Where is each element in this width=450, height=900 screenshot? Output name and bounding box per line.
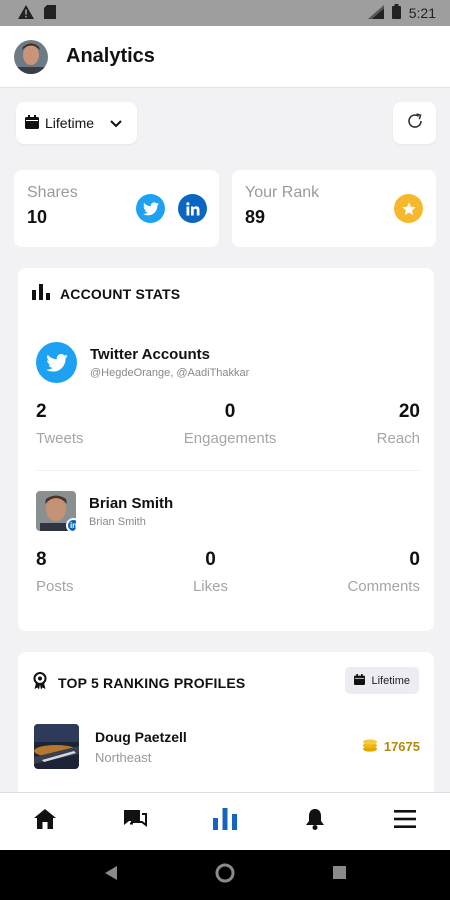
comments-label: Comments xyxy=(347,578,420,595)
top-profiles-period-label: Lifetime xyxy=(371,674,410,687)
twitter-accounts-title: Twitter Accounts xyxy=(90,346,211,363)
top-profiles-card: TOP 5 RANKING PROFILES Lifetime Doug Pae… xyxy=(18,652,434,802)
app-header: Analytics xyxy=(0,26,450,88)
linkedin-account-sub: Brian Smith xyxy=(89,515,146,528)
bell-icon xyxy=(305,808,325,835)
twitter-metrics: 2 Tweets 0 Engagements 20 Reach xyxy=(36,401,420,447)
sd-card-icon xyxy=(44,4,56,22)
period-filter-label: Lifetime xyxy=(45,115,95,131)
likes-label: Likes xyxy=(192,578,228,595)
rank-card: Your Rank 89 xyxy=(232,170,436,247)
twitter-icon xyxy=(36,342,77,383)
linkedin-badge-icon: in xyxy=(66,518,76,531)
nav-notifications[interactable] xyxy=(285,793,345,851)
account-stats-heading: ACCOUNT STATS xyxy=(60,285,181,302)
reach-metric: 20 Reach xyxy=(377,401,420,447)
signal-icon xyxy=(367,4,384,22)
engagements-label: Engagements xyxy=(183,430,277,447)
account-stats-card: ACCOUNT STATS Twitter Accounts @HegdeOra… xyxy=(18,268,434,631)
ranking-profile-region: Northeast xyxy=(95,749,152,765)
bar-chart-icon xyxy=(32,284,50,303)
home-circle-icon[interactable] xyxy=(215,863,235,888)
comments-metric: 0 Comments xyxy=(347,549,420,595)
linkedin-account-row[interactable]: in Brian Smith Brian Smith xyxy=(36,491,173,531)
bottom-nav xyxy=(0,792,450,850)
posts-metric: 8 Posts xyxy=(36,549,74,595)
clock-time: 5:21 xyxy=(408,5,436,21)
tweets-value: 2 xyxy=(36,401,47,422)
user-avatar[interactable] xyxy=(14,39,48,74)
likes-metric: 0 Likes xyxy=(193,549,228,595)
ranking-profile-photo xyxy=(34,724,79,769)
back-icon[interactable] xyxy=(104,865,117,885)
system-nav-bar xyxy=(0,850,450,900)
ranking-profile-name: Doug Paetzell xyxy=(95,728,187,745)
award-icon xyxy=(32,672,48,693)
engagements-metric: 0 Engagements xyxy=(184,401,277,447)
status-bar: 5:21 xyxy=(0,0,450,26)
chat-icon xyxy=(122,808,148,835)
analytics-icon xyxy=(213,808,237,835)
reach-label: Reach xyxy=(376,430,420,447)
refresh-icon xyxy=(405,111,425,136)
refresh-button[interactable] xyxy=(393,102,436,144)
twitter-handles: @HegdeOrange, @AadiThakkar xyxy=(90,367,250,379)
home-icon xyxy=(34,809,56,834)
shares-card: Shares 10 xyxy=(14,170,219,247)
divider xyxy=(36,470,420,471)
nav-home[interactable] xyxy=(15,793,75,851)
recents-icon[interactable] xyxy=(332,866,346,884)
chevron-down-icon xyxy=(110,115,122,131)
battery-icon xyxy=(391,4,401,22)
star-icon xyxy=(394,194,423,223)
linkedin-profile-photo: in xyxy=(36,491,76,531)
nav-analytics[interactable] xyxy=(195,793,255,851)
likes-value: 0 xyxy=(205,549,216,570)
menu-icon xyxy=(394,810,416,833)
twitter-icon[interactable] xyxy=(136,194,165,223)
tweets-metric: 2 Tweets xyxy=(36,401,84,447)
calendar-icon xyxy=(25,114,39,132)
period-filter-dropdown[interactable]: Lifetime xyxy=(16,102,137,144)
linkedin-metrics: 8 Posts 0 Likes 0 Comments xyxy=(36,549,420,595)
ranking-points-value: 17675 xyxy=(383,739,420,754)
twitter-accounts-row[interactable]: Twitter Accounts @HegdeOrange, @AadiThak… xyxy=(36,342,249,383)
top-profiles-heading: TOP 5 RANKING PROFILES xyxy=(58,674,246,691)
calendar-icon xyxy=(354,673,366,688)
tweets-label: Tweets xyxy=(36,430,84,447)
nav-messages[interactable] xyxy=(105,793,165,851)
coins-icon xyxy=(362,738,378,755)
comments-value: 0 xyxy=(409,549,420,570)
posts-value: 8 xyxy=(36,549,47,570)
page-title: Analytics xyxy=(66,45,155,67)
top-profiles-period-filter[interactable]: Lifetime xyxy=(345,667,419,694)
nav-menu[interactable] xyxy=(375,793,435,851)
posts-label: Posts xyxy=(36,578,74,595)
reach-value: 20 xyxy=(398,401,420,422)
alert-icon xyxy=(18,4,34,22)
ranking-points: 17675 xyxy=(362,738,420,755)
ranking-list-item[interactable]: Doug Paetzell Northeast 17675 xyxy=(34,724,420,769)
engagements-value: 0 xyxy=(224,401,236,422)
linkedin-icon[interactable] xyxy=(178,194,207,223)
linkedin-account-name: Brian Smith xyxy=(89,494,174,512)
